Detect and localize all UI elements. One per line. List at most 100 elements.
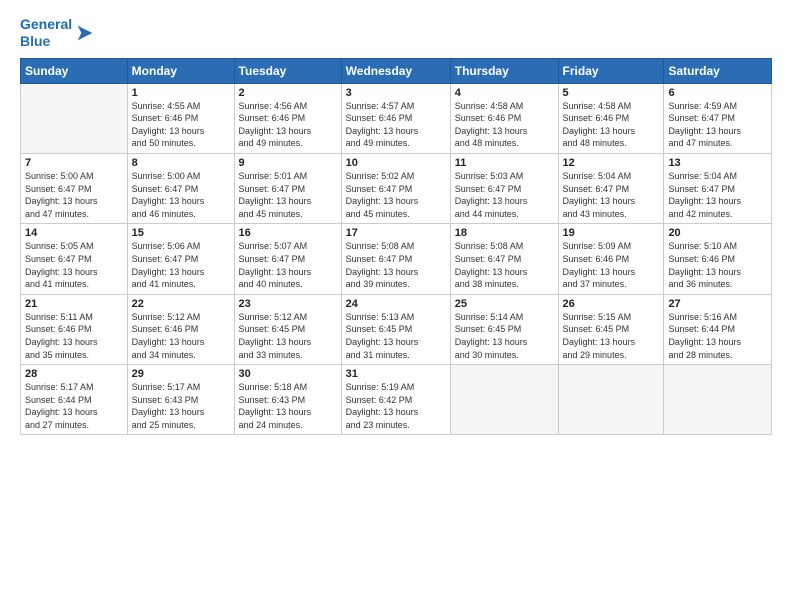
day-info: Sunrise: 5:01 AM Sunset: 6:47 PM Dayligh… bbox=[239, 170, 337, 220]
calendar-cell: 18Sunrise: 5:08 AM Sunset: 6:47 PM Dayli… bbox=[450, 224, 558, 294]
calendar-week-row: 1Sunrise: 4:55 AM Sunset: 6:46 PM Daylig… bbox=[21, 83, 772, 153]
day-info: Sunrise: 5:04 AM Sunset: 6:47 PM Dayligh… bbox=[563, 170, 660, 220]
day-info: Sunrise: 5:02 AM Sunset: 6:47 PM Dayligh… bbox=[346, 170, 446, 220]
calendar-cell: 12Sunrise: 5:04 AM Sunset: 6:47 PM Dayli… bbox=[558, 153, 664, 223]
calendar-cell: 4Sunrise: 4:58 AM Sunset: 6:46 PM Daylig… bbox=[450, 83, 558, 153]
weekday-header: Saturday bbox=[664, 58, 772, 83]
day-number: 6 bbox=[668, 87, 767, 99]
day-number: 1 bbox=[132, 87, 230, 99]
day-number: 15 bbox=[132, 227, 230, 239]
day-number: 7 bbox=[25, 157, 123, 169]
day-number: 17 bbox=[346, 227, 446, 239]
day-info: Sunrise: 5:10 AM Sunset: 6:46 PM Dayligh… bbox=[668, 240, 767, 290]
calendar-week-row: 28Sunrise: 5:17 AM Sunset: 6:44 PM Dayli… bbox=[21, 365, 772, 435]
calendar-cell bbox=[558, 365, 664, 435]
day-number: 28 bbox=[25, 368, 123, 380]
calendar-cell: 17Sunrise: 5:08 AM Sunset: 6:47 PM Dayli… bbox=[341, 224, 450, 294]
calendar-cell: 31Sunrise: 5:19 AM Sunset: 6:42 PM Dayli… bbox=[341, 365, 450, 435]
day-number: 3 bbox=[346, 87, 446, 99]
day-number: 18 bbox=[455, 227, 554, 239]
calendar-cell: 3Sunrise: 4:57 AM Sunset: 6:46 PM Daylig… bbox=[341, 83, 450, 153]
day-number: 10 bbox=[346, 157, 446, 169]
day-number: 14 bbox=[25, 227, 123, 239]
calendar-cell: 29Sunrise: 5:17 AM Sunset: 6:43 PM Dayli… bbox=[127, 365, 234, 435]
calendar-week-row: 21Sunrise: 5:11 AM Sunset: 6:46 PM Dayli… bbox=[21, 294, 772, 364]
day-number: 13 bbox=[668, 157, 767, 169]
calendar-cell: 16Sunrise: 5:07 AM Sunset: 6:47 PM Dayli… bbox=[234, 224, 341, 294]
calendar-cell bbox=[21, 83, 128, 153]
day-number: 9 bbox=[239, 157, 337, 169]
day-number: 22 bbox=[132, 298, 230, 310]
calendar-cell: 11Sunrise: 5:03 AM Sunset: 6:47 PM Dayli… bbox=[450, 153, 558, 223]
day-info: Sunrise: 4:59 AM Sunset: 6:47 PM Dayligh… bbox=[668, 100, 767, 150]
day-info: Sunrise: 5:00 AM Sunset: 6:47 PM Dayligh… bbox=[25, 170, 123, 220]
day-number: 21 bbox=[25, 298, 123, 310]
logo-arrow-icon bbox=[74, 22, 96, 44]
day-info: Sunrise: 4:58 AM Sunset: 6:46 PM Dayligh… bbox=[455, 100, 554, 150]
calendar-cell: 20Sunrise: 5:10 AM Sunset: 6:46 PM Dayli… bbox=[664, 224, 772, 294]
calendar-cell: 30Sunrise: 5:18 AM Sunset: 6:43 PM Dayli… bbox=[234, 365, 341, 435]
calendar-cell bbox=[664, 365, 772, 435]
day-info: Sunrise: 5:14 AM Sunset: 6:45 PM Dayligh… bbox=[455, 311, 554, 361]
day-info: Sunrise: 5:06 AM Sunset: 6:47 PM Dayligh… bbox=[132, 240, 230, 290]
weekday-header: Tuesday bbox=[234, 58, 341, 83]
day-info: Sunrise: 5:00 AM Sunset: 6:47 PM Dayligh… bbox=[132, 170, 230, 220]
day-info: Sunrise: 5:17 AM Sunset: 6:44 PM Dayligh… bbox=[25, 381, 123, 431]
weekday-header: Wednesday bbox=[341, 58, 450, 83]
calendar-cell: 9Sunrise: 5:01 AM Sunset: 6:47 PM Daylig… bbox=[234, 153, 341, 223]
logo-text: General Blue bbox=[20, 16, 72, 50]
day-info: Sunrise: 5:07 AM Sunset: 6:47 PM Dayligh… bbox=[239, 240, 337, 290]
day-info: Sunrise: 4:58 AM Sunset: 6:46 PM Dayligh… bbox=[563, 100, 660, 150]
calendar-cell: 15Sunrise: 5:06 AM Sunset: 6:47 PM Dayli… bbox=[127, 224, 234, 294]
day-info: Sunrise: 5:08 AM Sunset: 6:47 PM Dayligh… bbox=[455, 240, 554, 290]
calendar-cell: 27Sunrise: 5:16 AM Sunset: 6:44 PM Dayli… bbox=[664, 294, 772, 364]
day-info: Sunrise: 5:11 AM Sunset: 6:46 PM Dayligh… bbox=[25, 311, 123, 361]
day-info: Sunrise: 4:57 AM Sunset: 6:46 PM Dayligh… bbox=[346, 100, 446, 150]
day-info: Sunrise: 5:17 AM Sunset: 6:43 PM Dayligh… bbox=[132, 381, 230, 431]
calendar-cell: 8Sunrise: 5:00 AM Sunset: 6:47 PM Daylig… bbox=[127, 153, 234, 223]
day-info: Sunrise: 5:19 AM Sunset: 6:42 PM Dayligh… bbox=[346, 381, 446, 431]
calendar-cell: 13Sunrise: 5:04 AM Sunset: 6:47 PM Dayli… bbox=[664, 153, 772, 223]
day-number: 16 bbox=[239, 227, 337, 239]
day-number: 30 bbox=[239, 368, 337, 380]
calendar-cell: 10Sunrise: 5:02 AM Sunset: 6:47 PM Dayli… bbox=[341, 153, 450, 223]
day-number: 31 bbox=[346, 368, 446, 380]
day-info: Sunrise: 5:12 AM Sunset: 6:46 PM Dayligh… bbox=[132, 311, 230, 361]
day-number: 23 bbox=[239, 298, 337, 310]
day-info: Sunrise: 5:09 AM Sunset: 6:46 PM Dayligh… bbox=[563, 240, 660, 290]
day-info: Sunrise: 4:55 AM Sunset: 6:46 PM Dayligh… bbox=[132, 100, 230, 150]
weekday-header: Thursday bbox=[450, 58, 558, 83]
header: General Blue bbox=[20, 16, 772, 50]
day-info: Sunrise: 4:56 AM Sunset: 6:46 PM Dayligh… bbox=[239, 100, 337, 150]
calendar-cell: 25Sunrise: 5:14 AM Sunset: 6:45 PM Dayli… bbox=[450, 294, 558, 364]
day-number: 19 bbox=[563, 227, 660, 239]
calendar-week-row: 14Sunrise: 5:05 AM Sunset: 6:47 PM Dayli… bbox=[21, 224, 772, 294]
day-info: Sunrise: 5:13 AM Sunset: 6:45 PM Dayligh… bbox=[346, 311, 446, 361]
calendar-cell: 14Sunrise: 5:05 AM Sunset: 6:47 PM Dayli… bbox=[21, 224, 128, 294]
weekday-header: Sunday bbox=[21, 58, 128, 83]
day-number: 4 bbox=[455, 87, 554, 99]
calendar-cell: 28Sunrise: 5:17 AM Sunset: 6:44 PM Dayli… bbox=[21, 365, 128, 435]
day-number: 25 bbox=[455, 298, 554, 310]
calendar-cell: 5Sunrise: 4:58 AM Sunset: 6:46 PM Daylig… bbox=[558, 83, 664, 153]
day-number: 26 bbox=[563, 298, 660, 310]
weekday-header: Monday bbox=[127, 58, 234, 83]
weekday-header: Friday bbox=[558, 58, 664, 83]
calendar-cell: 24Sunrise: 5:13 AM Sunset: 6:45 PM Dayli… bbox=[341, 294, 450, 364]
day-number: 24 bbox=[346, 298, 446, 310]
day-number: 27 bbox=[668, 298, 767, 310]
calendar-cell: 21Sunrise: 5:11 AM Sunset: 6:46 PM Dayli… bbox=[21, 294, 128, 364]
day-number: 5 bbox=[563, 87, 660, 99]
calendar-header-row: SundayMondayTuesdayWednesdayThursdayFrid… bbox=[21, 58, 772, 83]
calendar-cell: 2Sunrise: 4:56 AM Sunset: 6:46 PM Daylig… bbox=[234, 83, 341, 153]
day-info: Sunrise: 5:04 AM Sunset: 6:47 PM Dayligh… bbox=[668, 170, 767, 220]
day-info: Sunrise: 5:15 AM Sunset: 6:45 PM Dayligh… bbox=[563, 311, 660, 361]
day-number: 8 bbox=[132, 157, 230, 169]
calendar-table: SundayMondayTuesdayWednesdayThursdayFrid… bbox=[20, 58, 772, 436]
day-number: 11 bbox=[455, 157, 554, 169]
day-number: 12 bbox=[563, 157, 660, 169]
day-number: 2 bbox=[239, 87, 337, 99]
calendar-cell: 26Sunrise: 5:15 AM Sunset: 6:45 PM Dayli… bbox=[558, 294, 664, 364]
day-info: Sunrise: 5:08 AM Sunset: 6:47 PM Dayligh… bbox=[346, 240, 446, 290]
calendar-cell: 22Sunrise: 5:12 AM Sunset: 6:46 PM Dayli… bbox=[127, 294, 234, 364]
